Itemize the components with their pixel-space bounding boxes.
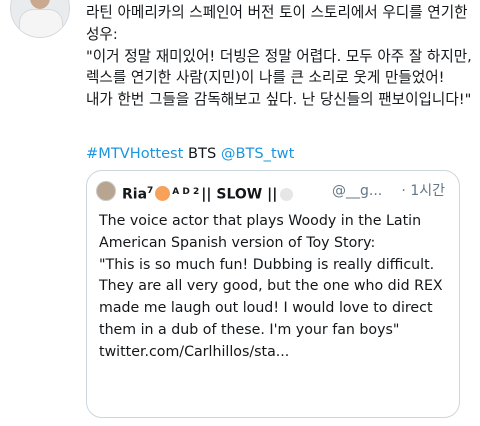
avatar-face (30, 0, 50, 9)
quoted-name-sup: 7 (147, 186, 154, 196)
tweet-text: 라틴 아메리카의 스페인어 버전 토이 스토리에서 우디를 연기한 성우: "이… (86, 4, 472, 109)
gray-circle-icon (280, 187, 294, 201)
quoted-timestamp[interactable]: · 1시간 (401, 180, 445, 202)
quoted-name-text: Ria (122, 186, 148, 203)
quoted-display-name[interactable]: Ria7 A D 2 || SLOW || (122, 180, 296, 206)
quoted-badge: A D 2 (172, 186, 200, 197)
quoted-link[interactable]: twitter.com/Carlhillos/sta... (99, 344, 289, 360)
quoted-tweet-card[interactable]: Ria7 A D 2 || SLOW || @__g... · 1시간 The vo… (86, 170, 460, 418)
quoted-avatar[interactable] (96, 181, 116, 201)
peach-emoji-icon (155, 185, 171, 201)
quoted-tweet-text: The voice actor that plays Woody in the … (99, 211, 453, 364)
author-avatar[interactable] (10, 0, 70, 38)
quoted-handle[interactable]: @__g... (332, 180, 382, 202)
plain-text: BTS (188, 145, 217, 162)
mention-link[interactable]: @BTS_twt (221, 145, 294, 162)
avatar-shirt (19, 9, 63, 37)
tweet-tags: #MTVHottest BTS @BTS_twt (86, 143, 294, 165)
quoted-body: The voice actor that plays Woody in the … (99, 213, 443, 338)
hashtag-link[interactable]: #MTVHottest (86, 145, 183, 162)
quoted-tweet-header: Ria7 A D 2 || SLOW || @__g... · 1시간 (96, 180, 451, 203)
quoted-name-suffix: || SLOW || (201, 186, 278, 203)
